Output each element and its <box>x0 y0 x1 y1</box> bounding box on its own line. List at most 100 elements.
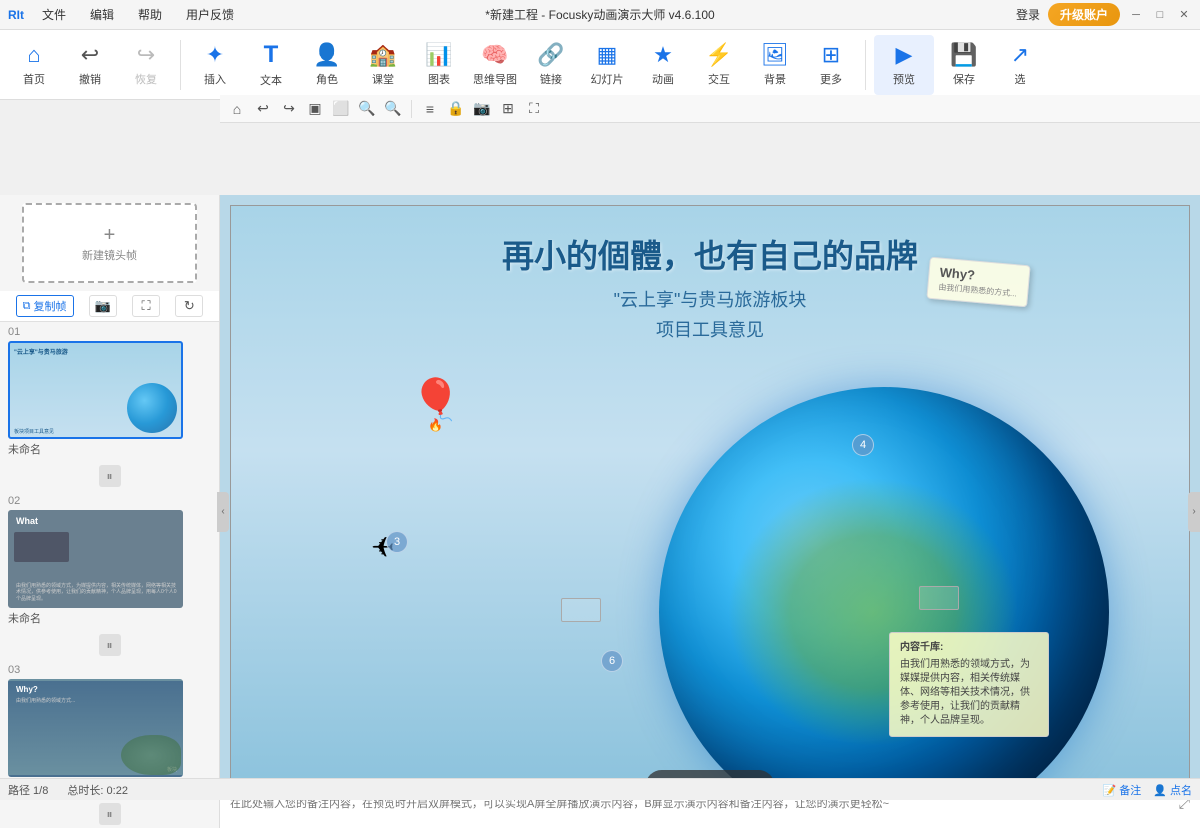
sub-divider <box>411 100 412 118</box>
tool-select[interactable]: ↗ 选 <box>994 35 1046 95</box>
sub-expand-icon[interactable]: ⛶ <box>523 98 545 120</box>
slideshow-icon: ▦ <box>597 42 618 68</box>
menu-help[interactable]: 帮助 <box>132 4 168 25</box>
content-box: 内容千库: 由我们用熟悉的领域方式，为媒媒提供内容，相关传统媒体、网络等相关技术… <box>889 632 1049 737</box>
sub-frame1-icon[interactable]: ▣ <box>304 98 326 120</box>
tool-preview[interactable]: ▶ 预览 <box>874 35 934 95</box>
sub-camera-icon[interactable]: 📷 <box>471 98 493 120</box>
notes-status-button[interactable]: 📝 备注 <box>1102 782 1141 798</box>
statusbar: 路径 1/8 总时长: 0:22 📝 备注 👤 点名 <box>0 778 1200 800</box>
tool-interact-label: 交互 <box>708 71 730 87</box>
slide-sep-03: ⏸ <box>0 799 219 828</box>
globe <box>659 387 1109 818</box>
copy-frame-button[interactable]: ⧉ 复制帧 <box>16 295 74 317</box>
maximize-button[interactable]: □ <box>1152 7 1168 23</box>
save-icon: 💾 <box>950 42 977 68</box>
close-button[interactable]: ✕ <box>1176 7 1192 23</box>
tool-mindmap[interactable]: 🧠 思维导图 <box>469 35 521 95</box>
sub-home-icon[interactable]: ⌂ <box>226 98 248 120</box>
tool-interact[interactable]: ⚡ 交互 <box>693 35 745 95</box>
toolbar: ⌂ 首页 ↩ 撤销 ↪ 恢复 ✦ 插入 T 文本 👤 角色 🏫 课堂 📊 图表 … <box>0 30 1200 100</box>
toolbar-divider-2 <box>865 40 866 90</box>
collapse-panel-button[interactable]: ‹ <box>217 492 229 532</box>
slide-02-container: 02 What 由我们用熟悉的领域方式，为媒提供内容，相关传统媒体，网络等相关技… <box>0 491 219 630</box>
slide-03-thumb[interactable]: Why? 由我们用熟悉的领域方式... 板块 <box>8 679 183 777</box>
undo-icon: ↩ <box>81 42 99 68</box>
slide-subtitle1: "云上享"与贵马旅游板块 <box>231 286 1189 312</box>
slide-sep-02-icon[interactable]: ⏸ <box>99 634 121 656</box>
expand-right-button[interactable]: › <box>1188 492 1200 532</box>
tool-character[interactable]: 👤 角色 <box>301 35 353 95</box>
tool-home[interactable]: ⌂ 首页 <box>8 35 60 95</box>
menu-feedback[interactable]: 用户反馈 <box>180 4 240 25</box>
sub-zoom-in-icon[interactable]: 🔍 <box>356 98 378 120</box>
tool-undo[interactable]: ↩ 撤销 <box>64 35 116 95</box>
sub-back-icon[interactable]: ↩ <box>252 98 274 120</box>
upgrade-button[interactable]: 升级账户 <box>1048 3 1120 26</box>
login-button[interactable]: 登录 <box>1016 6 1040 23</box>
duration-label: 总时长: 0:22 <box>67 785 128 797</box>
slide-01-thumb[interactable]: "云上享"与贵马旅游 板块项目工具意见 <box>8 341 183 439</box>
sub-frame2-icon[interactable]: ⬜ <box>330 98 352 120</box>
notes-status-icon: 📝 <box>1102 785 1116 797</box>
tool-class[interactable]: 🏫 课堂 <box>357 35 409 95</box>
balloon: 🎈 🔥 <box>411 376 461 432</box>
tool-link[interactable]: 🔗 链接 <box>525 35 577 95</box>
slide-02-thumb[interactable]: What 由我们用熟悉的领域方式，为媒提供内容，相关传统媒体，网络等相关技术情况… <box>8 510 183 608</box>
tool-text-label: 文本 <box>260 72 282 88</box>
chart-icon: 📊 <box>425 42 452 68</box>
slide-sep-01-icon[interactable]: ⏸ <box>99 465 121 487</box>
camera-frame-button[interactable]: 📷 <box>89 295 117 317</box>
sub-zoom-out-icon[interactable]: 🔍 <box>382 98 404 120</box>
mark-status-icon: 👤 <box>1153 785 1167 797</box>
sub-grid-icon[interactable]: ⊞ <box>497 98 519 120</box>
tool-save[interactable]: 💾 保存 <box>938 35 990 95</box>
window-title: *新建工程 - Focusky动画演示大师 v4.6.100 <box>485 6 714 23</box>
new-frame-button[interactable]: + 新建镜头帧 <box>22 203 197 283</box>
sub-fwd-icon[interactable]: ↪ <box>278 98 300 120</box>
tool-chart[interactable]: 📊 图表 <box>413 35 465 95</box>
home-icon: ⌂ <box>27 42 40 68</box>
link-icon: 🔗 <box>537 42 564 68</box>
selection-handle[interactable] <box>919 586 959 610</box>
statusbar-right: 📝 备注 👤 点名 <box>1102 782 1192 798</box>
sub-lock-icon[interactable]: 🔒 <box>445 98 467 120</box>
slide-sep-01: ⏸ <box>0 461 219 491</box>
select-icon: ↗ <box>1011 42 1029 68</box>
tool-more[interactable]: ⊞ 更多 <box>805 35 857 95</box>
app-logo: RIt <box>8 8 24 22</box>
tool-slideshow-label: 幻灯片 <box>591 71 624 87</box>
small-rect[interactable] <box>561 598 601 622</box>
slide-sep-03-icon[interactable]: ⏸ <box>99 803 121 825</box>
title-bar-right: 登录 升级账户 ─ □ ✕ <box>1016 3 1192 26</box>
tool-save-label: 保存 <box>953 71 975 87</box>
why-card: Why? 由我们用熟悉的方式... <box>927 257 1031 308</box>
tool-background[interactable]: 🖼 背景 <box>749 35 801 95</box>
menu-edit[interactable]: 编辑 <box>84 4 120 25</box>
tool-animation[interactable]: ★ 动画 <box>637 35 689 95</box>
tool-undo-label: 撤销 <box>79 71 101 87</box>
minimize-button[interactable]: ─ <box>1128 7 1144 23</box>
text-icon: T <box>264 41 279 69</box>
tool-slideshow[interactable]: ▦ 幻灯片 <box>581 35 633 95</box>
slide-01-container: 01 "云上享"与贵马旅游 板块项目工具意见 未命名 <box>0 322 219 461</box>
tool-redo[interactable]: ↪ 恢复 <box>120 35 172 95</box>
canvas-area[interactable]: 再小的個體，也有自己的品牌 "云上享"与贵马旅游板块 项目工具意见 🎈 🔥 ✈ … <box>220 195 1200 828</box>
tool-text[interactable]: T 文本 <box>245 35 297 95</box>
fit-frame-button[interactable]: ⛶ <box>132 295 160 317</box>
tool-chart-label: 图表 <box>428 71 450 87</box>
rotate-frame-button[interactable]: ↻ <box>175 295 203 317</box>
title-bar: RIt 文件 编辑 帮助 用户反馈 *新建工程 - Focusky动画演示大师 … <box>0 0 1200 30</box>
menu-file[interactable]: 文件 <box>36 4 72 25</box>
slide-canvas[interactable]: 再小的個體，也有自己的品牌 "云上享"与贵马旅游板块 项目工具意见 🎈 🔥 ✈ … <box>230 205 1190 818</box>
mindmap-icon: 🧠 <box>481 42 508 68</box>
slide-title: 再小的個體，也有自己的品牌 <box>231 231 1189 277</box>
tool-insert[interactable]: ✦ 插入 <box>189 35 241 95</box>
tool-select-label: 选 <box>1015 71 1026 87</box>
mark-status-button[interactable]: 👤 点名 <box>1153 782 1192 798</box>
bubble-4: 4 <box>852 434 874 456</box>
slide-03-number: 03 <box>8 664 211 676</box>
sub-align-icon[interactable]: ≡ <box>419 98 441 120</box>
title-bar-left: RIt 文件 编辑 帮助 用户反馈 <box>8 4 240 25</box>
new-frame-area: + 新建镜头帧 <box>0 195 219 291</box>
